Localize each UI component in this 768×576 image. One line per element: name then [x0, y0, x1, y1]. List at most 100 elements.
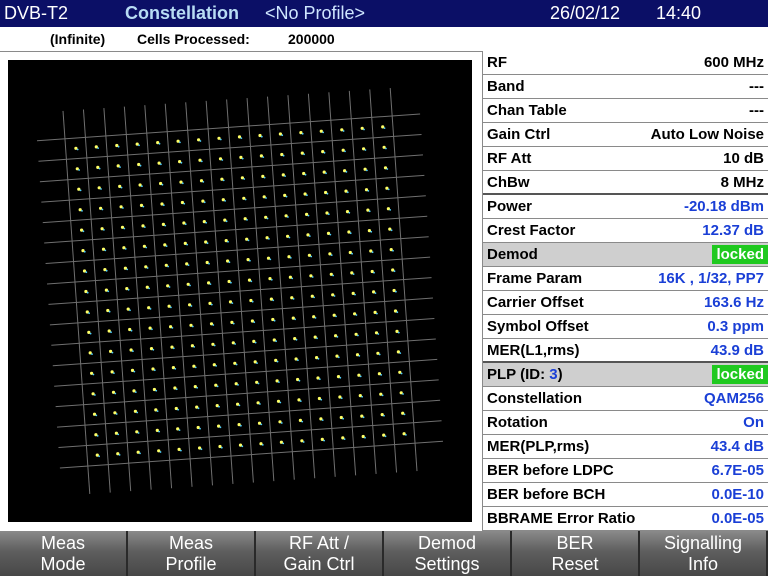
softkey-signalling-info[interactable]: Signalling Info	[640, 531, 768, 576]
constellation-point-spread	[238, 404, 241, 407]
constellation-point-spread	[247, 239, 250, 242]
constellation-point-spread	[76, 148, 79, 151]
constellation-point-spread	[260, 135, 263, 138]
constellation-point-spread	[287, 216, 289, 218]
constellation-point-spread	[370, 230, 373, 233]
constellation-point-spread	[218, 405, 220, 408]
constellation-point-spread	[219, 426, 222, 429]
constellation-point-spread	[397, 331, 400, 334]
time-label: 14:40	[656, 3, 702, 23]
softkey-meas-profile[interactable]: Meas Profile	[128, 531, 256, 576]
measurement-label: Symbol Offset	[487, 318, 589, 335]
constellation-point-spread	[380, 374, 383, 376]
measurement-row: RF Att 10 dB	[483, 147, 768, 171]
constellation-point-spread	[81, 210, 83, 212]
constellation-point-spread	[265, 197, 267, 199]
measurement-label-text: PLP (ID:	[487, 366, 546, 383]
constellation-point-spread	[332, 274, 334, 277]
constellation-point-spread	[250, 280, 253, 283]
softkey-line2: Reset	[551, 554, 599, 574]
title-bar: DVB-T2 Constellation <No Profile> 26/02/…	[0, 0, 768, 27]
constellation-point-spread	[246, 219, 248, 221]
constellation-point-spread	[342, 130, 345, 132]
constellation-point-spread	[146, 267, 149, 269]
constellation-point-spread	[393, 270, 396, 273]
constellation-point-spread	[390, 229, 393, 232]
constellation-point-spread	[383, 127, 386, 129]
constellation-point-spread	[130, 329, 133, 332]
constellation-point-spread	[202, 181, 205, 183]
constellation-point-spread	[143, 226, 146, 229]
constellation-point-spread	[297, 359, 299, 362]
constellation-point-spread	[244, 198, 247, 201]
softkey-meas-mode[interactable]: Meas Mode	[0, 531, 128, 576]
constellation-point-spread	[119, 166, 121, 168]
constellation-point-spread	[171, 327, 174, 329]
constellation-point-spread	[98, 167, 101, 170]
constellation-point-spread	[179, 141, 181, 144]
constellation-point-spread	[294, 318, 296, 321]
constellation-point-spread	[227, 240, 229, 243]
constellation-point-spread	[269, 258, 272, 261]
constellation-point-spread	[196, 386, 199, 389]
constellation-point-spread	[91, 353, 93, 355]
constellation-point-spread	[395, 290, 397, 293]
constellation-point-spread	[120, 186, 123, 189]
constellation-point-spread	[272, 299, 275, 302]
measurement-label: RF	[487, 54, 507, 71]
softkey-ber-reset[interactable]: BER Reset	[512, 531, 640, 576]
constellation-point-spread	[298, 379, 301, 382]
measurement-value: Auto Low Noise	[650, 126, 764, 143]
constellation-point-spread	[254, 341, 257, 344]
constellation-point-spread	[253, 321, 256, 324]
constellation-point-spread	[329, 233, 332, 236]
constellation-point-spread	[251, 300, 254, 303]
constellation-point-spread	[110, 331, 112, 334]
softkey-line1: Meas	[40, 533, 85, 553]
constellation-point-spread	[85, 271, 88, 274]
constellation-point-spread	[285, 195, 288, 198]
info-bar: (Infinite) Cells Processed: 200000	[0, 27, 768, 52]
date-label: 26/02/12	[550, 3, 621, 23]
constellation-point-spread	[306, 194, 308, 197]
measurement-label: Power	[487, 198, 533, 215]
measurement-row: Crest Factor 12.37 dB	[483, 219, 768, 243]
measurement-label: Carrier Offset	[487, 294, 584, 311]
constellation-point-spread	[159, 451, 162, 453]
softkey-line2: Settings	[414, 554, 480, 574]
measurement-row: Constellation QAM256	[483, 387, 768, 411]
constellation-point-spread	[263, 176, 266, 179]
constellation-point-spread	[389, 209, 392, 211]
softkey-line1: RF Att /	[288, 533, 349, 553]
constellation-point-spread	[362, 416, 365, 419]
constellation-point-spread	[335, 315, 337, 318]
constellation-point-spread	[220, 446, 223, 449]
constellation-point-spread	[232, 322, 235, 325]
softkey-rf-att-gain-ctrl[interactable]: RF Att / Gain Ctrl	[256, 531, 384, 576]
cells-processed-value: 200000	[288, 31, 335, 47]
constellation-point-spread	[256, 362, 258, 364]
constellation-point-spread	[189, 284, 191, 287]
constellation-diagram	[8, 60, 472, 522]
constellation-point-spread	[323, 151, 326, 154]
constellation-point-spread	[136, 411, 139, 414]
measurement-row: Symbol Offset 0.3 ppm	[483, 315, 768, 339]
constellation-point-spread	[108, 310, 111, 313]
measurement-row: Gain Ctrl Auto Low Noise	[483, 123, 768, 147]
constellation-point-spread	[240, 424, 242, 427]
constellation-point-spread	[400, 372, 403, 375]
measurement-value: 163.6 Hz	[703, 294, 764, 311]
constellation-point-spread	[396, 311, 399, 314]
constellation-point-spread	[124, 248, 127, 250]
constellation-point-spread	[343, 438, 346, 440]
constellation-point-spread	[308, 235, 311, 238]
constellation-point-spread	[199, 140, 202, 142]
constellation-point-spread	[348, 211, 351, 214]
constellation-point-spread	[216, 385, 219, 388]
softkey-demod-settings[interactable]: Demod Settings	[384, 531, 512, 576]
constellation-point-spread	[366, 169, 368, 172]
constellation-point-spread	[385, 147, 387, 150]
constellation-point-spread	[261, 444, 264, 446]
constellation-point-spread	[197, 407, 200, 410]
constellation-point-spread	[243, 178, 246, 180]
